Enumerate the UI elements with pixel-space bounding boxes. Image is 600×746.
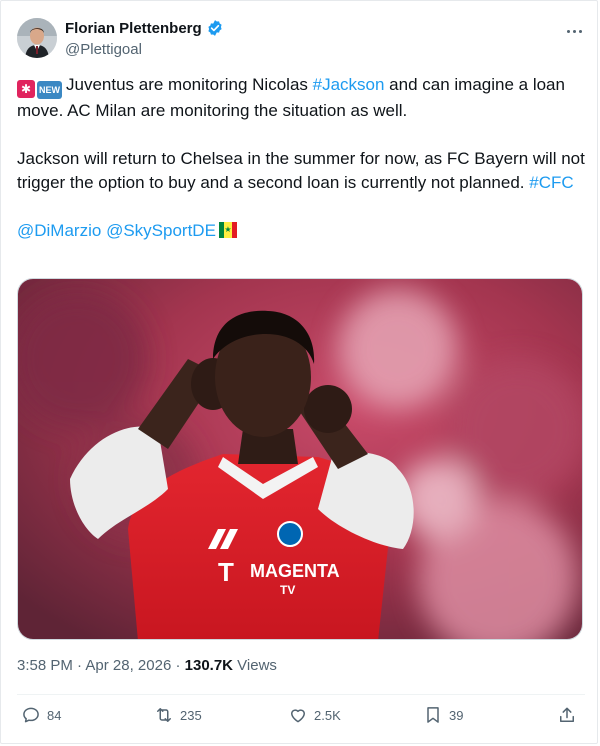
more-options-icon[interactable] [563,21,585,41]
verified-badge-icon [208,20,222,36]
tweet-text: ✱ NEW Juventus are monitoring Nicolas #Jac… [17,73,585,243]
share-button[interactable] [557,705,577,725]
new-emoji-icon: NEW [37,81,62,99]
shirt-sponsor-text: MAGENTA [250,561,340,581]
share-icon [560,707,574,722]
hashtag-cfc-link[interactable]: #CFC [529,173,573,192]
tweet-media-photo[interactable]: T MAGENTA TV [17,278,583,640]
tweet-card: Florian Plettenberg @Plettigoal ✱ NEW Juve… [0,0,598,744]
heart-icon [291,709,305,723]
tweet-paragraph-3: @DiMarzio @SkySportDE ★ [17,219,585,243]
mention-skysportde-link[interactable]: @SkySportDE [106,221,216,240]
tweet-para2-text: Jackson will return to Chelsea in the su… [17,149,585,192]
tweet-date[interactable]: Apr 28, 2026 [85,657,171,674]
reply-button[interactable]: 84 [21,705,61,725]
like-count: 2.5K [314,707,341,723]
divider [17,694,585,695]
bookmark-icon [427,707,439,723]
author-handle[interactable]: @Plettigoal [65,41,142,58]
shirt-sponsor-sub-text: TV [280,583,295,597]
action-bar: 84 235 2.5K 39 [17,705,585,731]
author-name[interactable]: Florian Plettenberg [65,20,202,37]
rotating-light-emoji-icon: ✱ [17,80,35,98]
views-label: Views [233,657,277,674]
reply-icon [23,707,39,723]
bookmark-button[interactable]: 39 [423,705,463,725]
repost-count: 235 [180,707,202,723]
senegal-flag-icon: ★ [218,222,237,238]
repost-button[interactable]: 235 [154,705,202,725]
mention-dimarzio-link[interactable]: @DiMarzio [17,221,101,240]
like-button[interactable]: 2.5K [288,705,341,725]
tweet-meta: 3:58 PM · Apr 28, 2026 · 130.7K Views [17,657,277,674]
avatar[interactable] [17,18,57,58]
reply-count: 84 [47,707,62,723]
bookmark-count: 39 [449,707,464,723]
tweet-paragraph-1: ✱ NEW Juventus are monitoring Nicolas #Jac… [17,73,585,123]
shirt-logo-t: T [218,557,234,587]
repost-icon [157,708,171,722]
tweet-time[interactable]: 3:58 PM [17,657,73,674]
views-count: 130.7K [184,657,234,674]
hashtag-jackson-link[interactable]: #Jackson [313,75,385,94]
tweet-line1-prefix: Juventus are monitoring Nicolas [66,75,313,94]
author-name-row: Florian Plettenberg [65,19,224,37]
tweet-paragraph-2: Jackson will return to Chelsea in the su… [17,147,585,195]
